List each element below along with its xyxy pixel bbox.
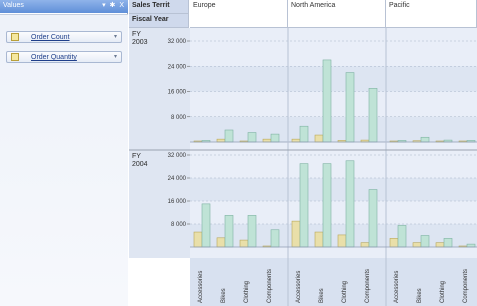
bar	[420, 136, 430, 143]
bar	[360, 242, 370, 248]
bar	[466, 243, 476, 248]
bar	[291, 220, 301, 248]
category-label: Bikes	[221, 288, 227, 303]
category-label: Clothing	[440, 281, 446, 303]
category-label: Bikes	[417, 288, 423, 303]
category-label: Clothing	[244, 281, 250, 303]
bar	[412, 242, 422, 248]
bar	[239, 239, 249, 248]
bar	[224, 129, 234, 143]
bar	[216, 237, 226, 248]
tick-label: 24 000	[168, 64, 187, 70]
bar	[443, 238, 453, 248]
bar	[322, 163, 332, 248]
bar	[247, 132, 257, 143]
bar	[322, 59, 332, 143]
bar	[337, 234, 347, 248]
bar	[299, 163, 309, 248]
bar	[193, 231, 203, 248]
tick-label: 32 000	[168, 153, 187, 159]
tick-label: 16 000	[168, 90, 187, 96]
grid-band	[190, 66, 477, 92]
category-label: Accessories	[198, 271, 204, 303]
bar	[420, 235, 430, 248]
bar	[368, 189, 378, 248]
tick-label: 8 000	[171, 115, 187, 121]
pivot-chart: 32 000 24 000 16 000 8 000 32 000 24 000 16 00…	[129, 28, 477, 306]
category-label: Accessories	[296, 271, 302, 303]
tick-label: 32 000	[168, 39, 187, 45]
bar	[291, 138, 301, 143]
bar	[270, 133, 280, 143]
bar	[314, 231, 324, 248]
grid-band	[190, 178, 477, 201]
tick-label: 24 000	[168, 176, 187, 182]
bar	[270, 229, 280, 248]
category-label: Components	[463, 269, 469, 303]
bar	[299, 125, 309, 143]
bar	[345, 72, 355, 143]
bar	[224, 215, 234, 248]
bar	[201, 203, 211, 248]
bar	[314, 134, 324, 143]
bar	[216, 138, 226, 143]
bar	[368, 88, 378, 143]
bar	[389, 238, 399, 248]
category-label: Components	[365, 269, 371, 303]
category-label: Components	[267, 269, 273, 303]
bar	[435, 242, 445, 248]
bar	[397, 225, 407, 248]
tick-label: 16 000	[168, 199, 187, 205]
bar	[262, 138, 272, 143]
tick-label: 8 000	[171, 222, 187, 228]
category-label: Accessories	[394, 271, 400, 303]
category-label: Clothing	[342, 281, 348, 303]
bar	[345, 160, 355, 248]
bar	[247, 215, 257, 248]
category-label: Bikes	[319, 288, 325, 303]
